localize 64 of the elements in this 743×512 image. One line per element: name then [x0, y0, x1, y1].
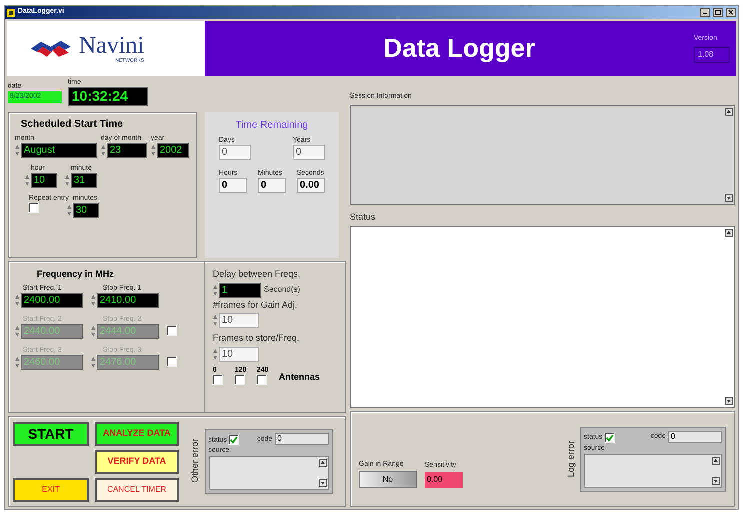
scroll-up-button[interactable] — [318, 459, 326, 467]
source-field[interactable] — [584, 454, 722, 488]
maximize-icon — [715, 10, 721, 15]
scroll-down-button[interactable] — [712, 476, 720, 484]
checkbox[interactable] — [235, 374, 245, 384]
numeric-field[interactable]: 10 — [31, 173, 57, 188]
numeric-field[interactable]: 30 — [73, 203, 99, 218]
source-field[interactable] — [208, 456, 328, 490]
version-field: 1.08 — [694, 46, 730, 63]
field-label: Frames to store/Freq. — [213, 332, 301, 345]
scroll-up-button[interactable] — [725, 229, 733, 237]
code-field[interactable]: 0 — [274, 433, 328, 445]
numeric-field[interactable]: 0 — [258, 178, 286, 193]
panel-title: Scheduled Start Time — [20, 118, 124, 132]
logo-icon — [29, 38, 73, 58]
close-button[interactable] — [726, 8, 736, 17]
checkbox[interactable] — [257, 374, 267, 384]
antennas-label: Antennas — [279, 371, 320, 384]
scroll-down-button[interactable] — [318, 479, 326, 487]
minimize-button[interactable] — [700, 8, 710, 17]
action-button[interactable]: VERIFY DATA — [95, 450, 179, 474]
app-title: Data Logger — [382, 32, 536, 65]
code-field[interactable]: 0 — [668, 430, 722, 442]
numeric-field[interactable]: 2410.00 — [97, 292, 159, 308]
close-icon — [728, 10, 734, 15]
session-info-field[interactable] — [350, 104, 735, 204]
numeric-field[interactable]: 10 — [219, 313, 259, 328]
logo-text: Navini — [79, 34, 144, 58]
time-field: 10:32:24 — [68, 87, 148, 106]
field-label: Status — [350, 210, 377, 224]
app-icon — [7, 8, 15, 16]
action-button[interactable]: START — [13, 422, 89, 446]
panel-title: Time Remaining — [234, 119, 310, 133]
checkbox[interactable] — [604, 432, 615, 442]
action-button[interactable]: CANCEL TIMER — [95, 478, 179, 502]
field-label: Delay between Freqs. — [213, 268, 302, 281]
gain-indicator[interactable]: No — [359, 471, 417, 488]
numeric-field[interactable]: 23 — [107, 143, 147, 158]
sensitivity-field: 0.00 — [425, 472, 463, 488]
panel-title: Frequency in MHz — [36, 268, 116, 281]
checkbox[interactable] — [229, 435, 240, 445]
maximize-button[interactable] — [713, 8, 723, 17]
numeric-field[interactable]: 1 — [219, 282, 261, 298]
scroll-up-button[interactable] — [712, 456, 720, 464]
numeric-field[interactable]: 10 — [219, 346, 259, 362]
scroll-down-button[interactable] — [725, 397, 733, 405]
action-button[interactable]: EXIT — [13, 478, 89, 502]
numeric-field[interactable]: 0.00 — [297, 178, 325, 193]
numeric-field[interactable]: August — [21, 143, 97, 158]
scroll-up-button[interactable] — [725, 108, 733, 116]
scroll-down-button[interactable] — [725, 194, 733, 202]
numeric-field[interactable]: 0 — [219, 145, 251, 160]
unit-label: Second(s) — [264, 284, 300, 296]
numeric-field[interactable]: 0 — [293, 145, 325, 160]
numeric-field[interactable]: 0 — [219, 178, 247, 193]
field-label: #frames for Gain Adj. — [213, 298, 299, 312]
cluster-label: Other error — [189, 439, 201, 484]
status-field[interactable] — [350, 226, 735, 408]
numeric-field[interactable]: 2002 — [157, 143, 189, 158]
numeric-field[interactable]: 2400.00 — [21, 292, 83, 308]
checkbox[interactable] — [29, 203, 39, 213]
cluster-label: Log error — [564, 440, 577, 478]
checkbox[interactable] — [213, 374, 223, 384]
numeric-field[interactable]: 31 — [71, 173, 97, 188]
